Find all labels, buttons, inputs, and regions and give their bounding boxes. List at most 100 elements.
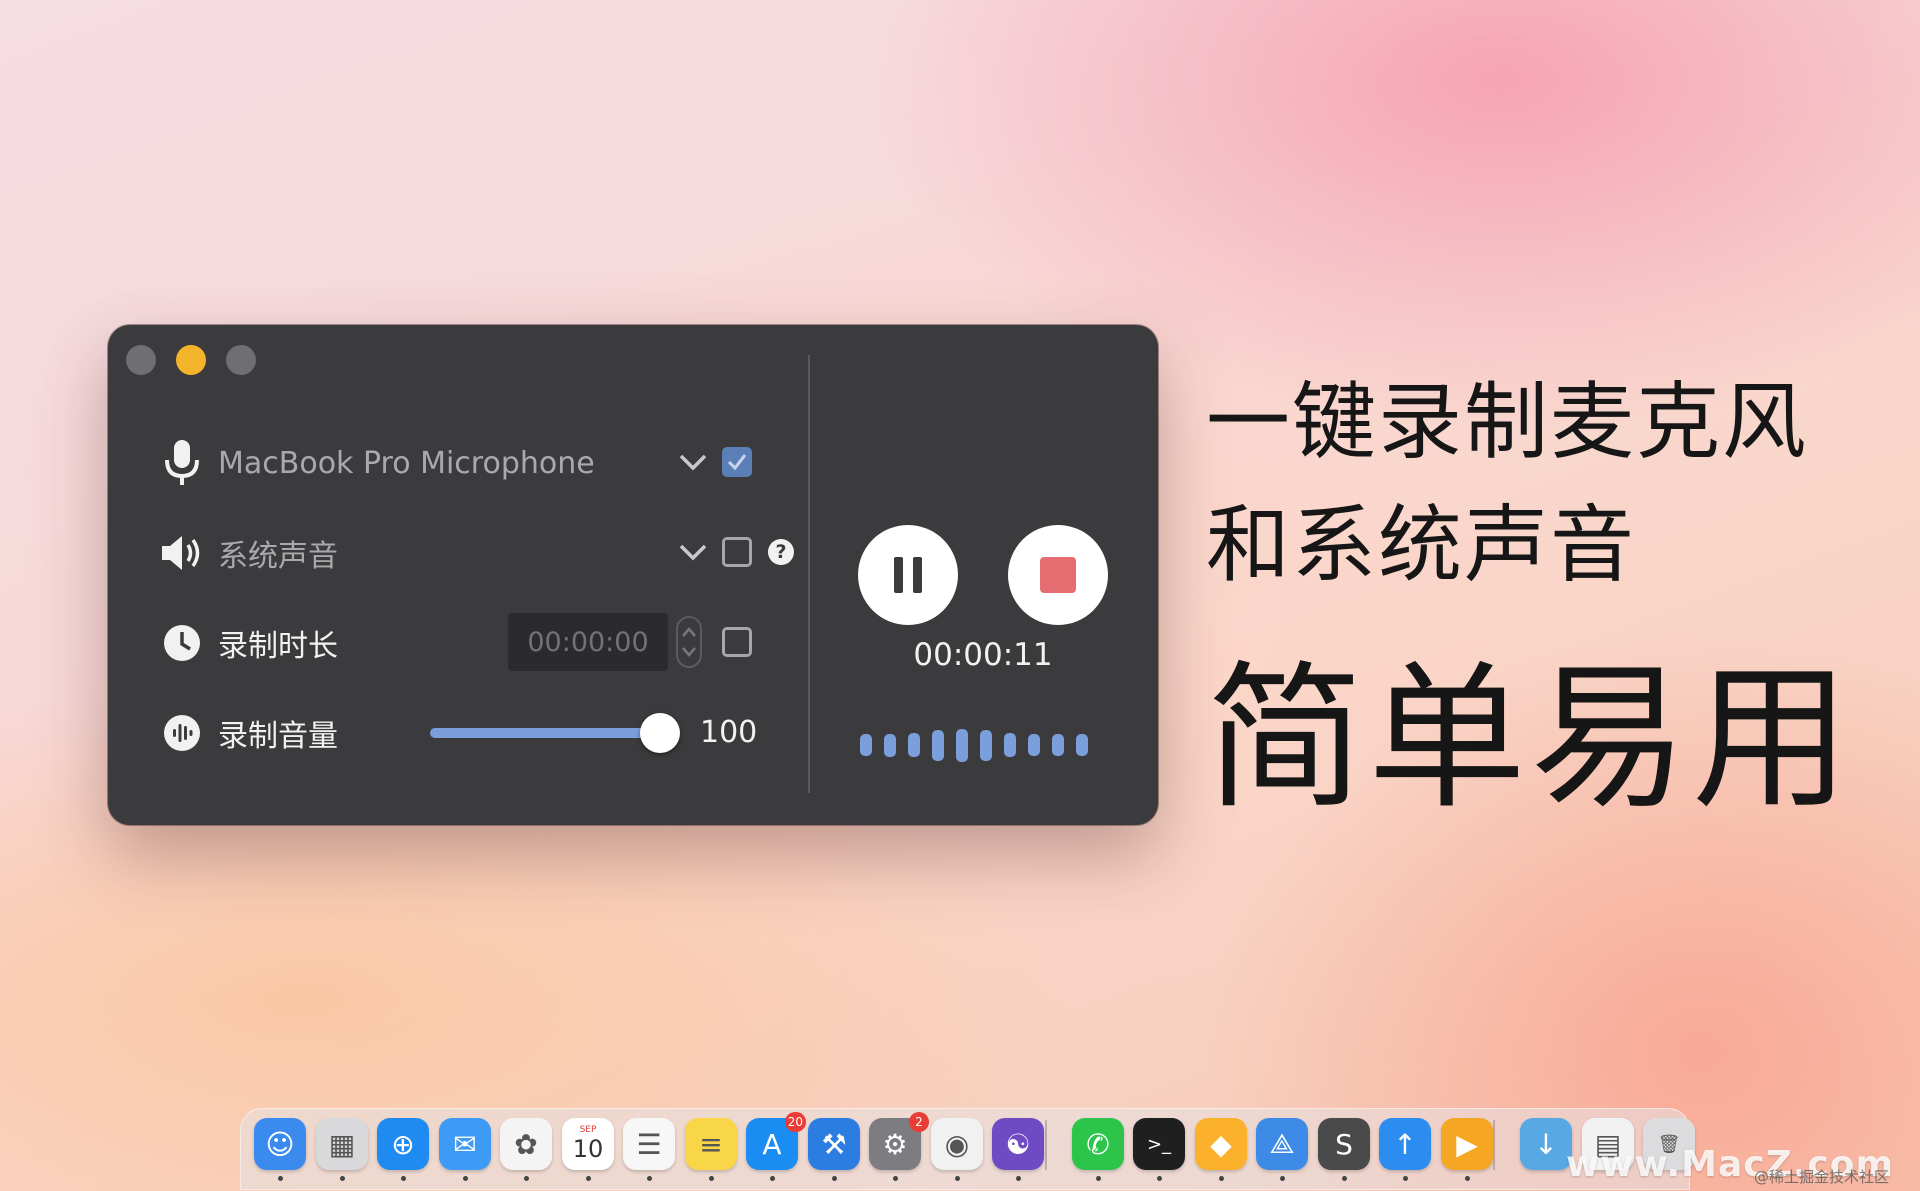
dock-separator [1493, 1120, 1495, 1170]
calendar-icon[interactable]: SEP 10 [562, 1118, 614, 1170]
running-indicator [401, 1176, 406, 1181]
recorder-window: MacBook Pro Microphone 系统声音 ? 录制时长 00:00… [108, 325, 1158, 825]
level-bar [884, 733, 896, 757]
system-preferences-icon[interactable]: ⚙ 2 [869, 1112, 929, 1170]
level-bar [908, 733, 920, 757]
running-indicator [524, 1176, 529, 1181]
panel-divider [808, 355, 810, 793]
sketch-icon[interactable]: ◆ [1195, 1118, 1247, 1170]
volume-row: 录制音量 [160, 703, 338, 763]
running-indicator [832, 1176, 837, 1181]
running-indicator [1096, 1176, 1101, 1181]
minimize-window-button[interactable] [176, 345, 206, 375]
running-indicator [1157, 1176, 1162, 1181]
running-indicator [647, 1176, 652, 1181]
calendar-month: SEP [579, 1125, 597, 1135]
running-indicator [1403, 1176, 1408, 1181]
sublime-icon[interactable]: S [1318, 1118, 1370, 1170]
duration-input[interactable]: 00:00:00 [508, 613, 668, 671]
infuse-icon[interactable]: ▶ [1441, 1118, 1493, 1170]
system-preferences-icon-glyph: ⚙ [882, 1127, 908, 1161]
pause-button[interactable] [858, 525, 958, 625]
app-store-icon-glyph: A [762, 1127, 782, 1161]
sublime-icon-glyph: S [1335, 1127, 1353, 1161]
running-indicator [1280, 1176, 1285, 1181]
finder-icon-glyph: ☺ [265, 1127, 295, 1161]
running-indicator [955, 1176, 960, 1181]
zoom-window-button[interactable] [226, 345, 256, 375]
reminders-icon-glyph: ☰ [636, 1127, 662, 1161]
safari-icon[interactable]: ⊕ [377, 1118, 429, 1170]
github-icon[interactable]: ☯ [992, 1118, 1044, 1170]
headline-line-3: 简单易用 [1206, 647, 1854, 831]
system-sound-label: 系统声音 [218, 539, 338, 574]
microphone-enabled-checkbox[interactable] [722, 447, 752, 477]
chrome-icon[interactable]: ◉ [931, 1118, 983, 1170]
notes-icon-glyph: ≡ [699, 1127, 723, 1161]
speaker-icon [160, 531, 204, 575]
transmit-icon-glyph: ↑ [1393, 1127, 1417, 1161]
launchpad-icon[interactable]: ▦ [316, 1118, 368, 1170]
wechat-icon[interactable]: ✆ [1072, 1118, 1124, 1170]
github-icon-glyph: ☯ [1005, 1127, 1031, 1161]
running-indicator [1465, 1176, 1470, 1181]
recording-timer: 00:00:11 [913, 637, 1053, 673]
mail-icon[interactable]: ✉ [439, 1118, 491, 1170]
dock: ☺ ▦ ⊕ ✉ ✿ SEP 10 ☰ ≡ A 20 ⚒ ⚙ 2 ◉ ☯ ✆ >_ ◆ ⟁ S ↑ ▶ ↓ ▤ 🗑 [240, 1108, 1695, 1190]
level-bar [932, 729, 944, 761]
level-bar [956, 728, 968, 762]
duration-limit-checkbox[interactable] [722, 627, 752, 657]
launchpad-icon-glyph: ▦ [328, 1127, 356, 1161]
terminal-icon-glyph: >_ [1146, 1133, 1172, 1155]
help-icon[interactable]: ? [768, 539, 794, 565]
finder-icon[interactable]: ☺ [254, 1118, 306, 1170]
tripmode-icon[interactable]: ⟁ [1256, 1118, 1308, 1170]
microphone-source[interactable]: MacBook Pro Microphone [160, 433, 595, 493]
running-indicator [340, 1176, 345, 1181]
volume-slider-track[interactable] [430, 728, 660, 738]
xcode-icon-glyph: ⚒ [821, 1127, 847, 1161]
volume-label: 录制音量 [218, 719, 338, 754]
level-bar [1052, 734, 1064, 756]
chrome-icon-glyph: ◉ [944, 1127, 970, 1161]
system-sound-dropdown-chevron-icon[interactable] [676, 535, 710, 569]
app-store-icon[interactable]: A 20 [746, 1112, 806, 1170]
checkmark-icon [727, 454, 747, 471]
notes-icon[interactable]: ≡ [685, 1118, 737, 1170]
duration-stepper[interactable] [674, 613, 704, 671]
system-sound-source[interactable]: 系统声音 [160, 523, 338, 583]
stepper-down-icon [682, 647, 696, 657]
downloads-folder-icon-glyph: ↓ [1534, 1127, 1558, 1161]
microphone-source-label: MacBook Pro Microphone [218, 445, 595, 481]
system-sound-checkbox[interactable] [722, 537, 752, 567]
reminders-icon[interactable]: ☰ [623, 1118, 675, 1170]
headline-line-1: 一键录制麦克风 [1206, 373, 1809, 471]
photos-icon[interactable]: ✿ [500, 1118, 552, 1170]
level-bar [980, 729, 992, 761]
level-bar [1028, 734, 1040, 756]
dock-separator [1045, 1120, 1047, 1170]
microphone-icon [160, 440, 204, 485]
close-window-button[interactable] [126, 345, 156, 375]
duration-label: 录制时长 [218, 629, 338, 664]
transmit-icon[interactable]: ↑ [1379, 1118, 1431, 1170]
volume-value: 100 [700, 715, 758, 750]
stepper-up-icon [682, 627, 696, 637]
volume-slider-knob[interactable] [640, 713, 680, 753]
duration-row: 录制时长 [160, 613, 338, 673]
pause-icon [894, 557, 922, 593]
downloads-folder-icon[interactable]: ↓ [1520, 1118, 1572, 1170]
running-indicator [770, 1176, 775, 1181]
notification-badge: 20 [784, 1112, 806, 1132]
terminal-icon[interactable]: >_ [1133, 1118, 1185, 1170]
audio-level-meter [860, 725, 1088, 765]
stop-button[interactable] [1008, 525, 1108, 625]
microphone-dropdown-chevron-icon[interactable] [676, 445, 710, 479]
wechat-icon-glyph: ✆ [1086, 1127, 1110, 1161]
running-indicator [1219, 1176, 1224, 1181]
xcode-icon[interactable]: ⚒ [808, 1118, 860, 1170]
running-indicator [1016, 1176, 1021, 1181]
infuse-icon-glyph: ▶ [1456, 1127, 1478, 1161]
level-bar [860, 734, 872, 756]
stop-icon [1040, 557, 1076, 593]
